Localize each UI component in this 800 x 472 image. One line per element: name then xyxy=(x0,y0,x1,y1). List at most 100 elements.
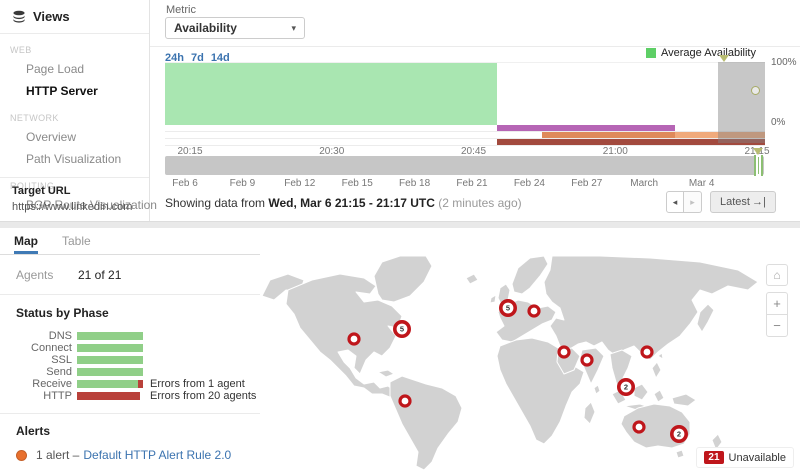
map-home-button[interactable]: ⌂ xyxy=(766,264,788,286)
phase-row-connect: Connect xyxy=(0,342,260,354)
date-brush-track[interactable] xyxy=(165,156,764,175)
date-tick: Feb 18 xyxy=(399,178,430,189)
previous-round-button[interactable]: ◂ xyxy=(666,191,684,213)
sidebar-item-page-load[interactable]: Page Load xyxy=(0,58,149,80)
chart-legend: Average Availability xyxy=(646,47,756,59)
map-marker-grouped[interactable]: 2 xyxy=(672,427,686,441)
availability-area xyxy=(165,63,497,125)
map-marker-grouped[interactable]: 5 xyxy=(395,322,409,336)
metric-selected-value: Availability xyxy=(174,21,237,35)
views-sidebar: Views WEBPage LoadHTTP ServerNETWORKOver… xyxy=(0,0,150,221)
sidebar-item-path-visualization[interactable]: Path Visualization xyxy=(0,148,149,170)
marker-count-label: 2 xyxy=(677,430,681,439)
map-marker[interactable] xyxy=(529,306,539,316)
tab-map[interactable]: Map xyxy=(14,228,38,254)
zoom-in-button[interactable]: + xyxy=(767,293,787,315)
brush-handle-icon xyxy=(753,148,763,155)
target-url-value: https://www.linkedin.com xyxy=(12,201,137,213)
brush-handle[interactable] xyxy=(754,155,763,176)
selection-drag-handle[interactable] xyxy=(751,86,760,95)
status-by-phase-title: Status by Phase xyxy=(0,295,260,330)
alert-strips xyxy=(165,125,765,146)
map-marker[interactable] xyxy=(642,347,652,357)
latest-button[interactable]: Latest →| xyxy=(710,191,776,213)
y-axis-min: 0% xyxy=(771,117,785,128)
map-marker-grouped[interactable]: 2 xyxy=(619,380,633,394)
phase-bar xyxy=(77,356,143,364)
phase-bar xyxy=(77,392,143,400)
caret-down-icon: ▾ xyxy=(291,23,296,34)
phase-bar xyxy=(77,332,143,340)
phase-row-dns: DNS xyxy=(0,330,260,342)
legend-swatch xyxy=(646,48,656,58)
y-axis-max: 100% xyxy=(771,57,797,68)
date-tick: Feb 15 xyxy=(342,178,373,189)
agents-count: 21 of 21 xyxy=(78,268,121,294)
phase-label: SSL xyxy=(6,354,77,366)
phase-label: Connect xyxy=(6,342,77,354)
map-marker[interactable] xyxy=(559,347,569,357)
phase-label: DNS xyxy=(6,330,77,342)
marker-count-label: 5 xyxy=(400,325,404,334)
phase-bar xyxy=(77,380,143,388)
status-range: Wed, Mar 6 21:15 - 21:17 UTC xyxy=(268,196,435,210)
sidebar-item-http-server[interactable]: HTTP Server xyxy=(0,80,149,102)
date-tick: Feb 24 xyxy=(514,178,545,189)
zoom-out-button[interactable]: − xyxy=(767,315,787,336)
map-marker[interactable] xyxy=(349,334,359,344)
layers-icon xyxy=(12,10,26,24)
marker-count-label: 5 xyxy=(506,304,510,313)
selection-handle-icon[interactable] xyxy=(719,55,729,62)
showing-data-status: Showing data from Wed, Mar 6 21:15 - 21:… xyxy=(165,196,522,210)
phase-error-note: Errors from 1 agent xyxy=(150,378,245,390)
agents-row: Agents 21 of 21 xyxy=(0,254,260,295)
map-legend: 21 Unavailable xyxy=(696,447,794,468)
date-tick: Feb 27 xyxy=(571,178,602,189)
phase-row-http: HTTPErrors from 20 agents xyxy=(0,390,260,402)
time-selection-overlay[interactable] xyxy=(718,62,765,143)
alert-row[interactable]: 1 alert – Default HTTP Alert Rule 2.0 xyxy=(0,445,260,465)
phase-row-ssl: SSL xyxy=(0,354,260,366)
phase-rows: DNSConnectSSLSendReceiveErrors from 1 ag… xyxy=(0,330,260,402)
world-map[interactable]: 5 5 2 2 ⌂ + − 21 Unavailable xyxy=(260,254,800,472)
unavailable-count-badge: 21 xyxy=(704,451,723,464)
tab-table[interactable]: Table xyxy=(62,228,91,254)
map-marker[interactable] xyxy=(634,422,644,432)
availability-plot[interactable] xyxy=(165,62,765,126)
arrow-left-icon: ◂ xyxy=(673,197,678,208)
legend-label: Average Availability xyxy=(661,47,756,59)
plus-icon: + xyxy=(773,296,781,311)
alert-strip-segment xyxy=(497,125,675,131)
alert-strip-row xyxy=(165,132,765,139)
alert-strip-segment xyxy=(542,132,675,138)
map-marker[interactable] xyxy=(400,396,410,406)
nav-section-heading-network: NETWORK xyxy=(0,102,149,126)
agents-label: Agents xyxy=(16,268,78,294)
phase-row-receive: Receive Errors from 1 agent xyxy=(0,378,260,390)
date-tick: Feb 21 xyxy=(456,178,487,189)
map-marker-grouped[interactable]: 5 xyxy=(501,301,515,315)
alert-strip-row xyxy=(165,139,765,146)
chart-area: Metric Availability ▾ 24h7d14d Average A… xyxy=(150,0,800,222)
status-prefix: Showing data from xyxy=(165,196,268,210)
date-tick: Feb 12 xyxy=(284,178,315,189)
phase-label: Receive xyxy=(6,378,77,390)
next-round-button[interactable]: ▸ xyxy=(684,191,702,213)
status-ago: (2 minutes ago) xyxy=(435,196,522,210)
phase-label: HTTP xyxy=(6,390,77,402)
metric-label: Metric xyxy=(166,4,196,16)
alert-rule-link[interactable]: Default HTTP Alert Rule 2.0 xyxy=(83,448,231,462)
metric-dropdown[interactable]: Availability ▾ xyxy=(165,17,305,39)
phase-bar xyxy=(77,344,143,352)
phase-bar xyxy=(77,368,143,376)
map-marker[interactable] xyxy=(582,355,592,365)
skip-to-latest-icon: →| xyxy=(752,196,766,208)
views-title: Views xyxy=(33,9,70,24)
target-url-box: Target URL https://www.linkedin.com xyxy=(0,177,149,221)
unavailable-label: Unavailable xyxy=(729,452,786,464)
sidebar-item-overview[interactable]: Overview xyxy=(0,126,149,148)
date-axis-ticks: Feb 6Feb 9Feb 12Feb 15Feb 18Feb 21Feb 24… xyxy=(165,178,765,190)
results-panel: Map Table Agents 21 of 21 Status by Phas… xyxy=(0,228,800,472)
summary-column: Agents 21 of 21 Status by Phase DNSConne… xyxy=(0,254,260,472)
date-tick: Feb 9 xyxy=(230,178,256,189)
